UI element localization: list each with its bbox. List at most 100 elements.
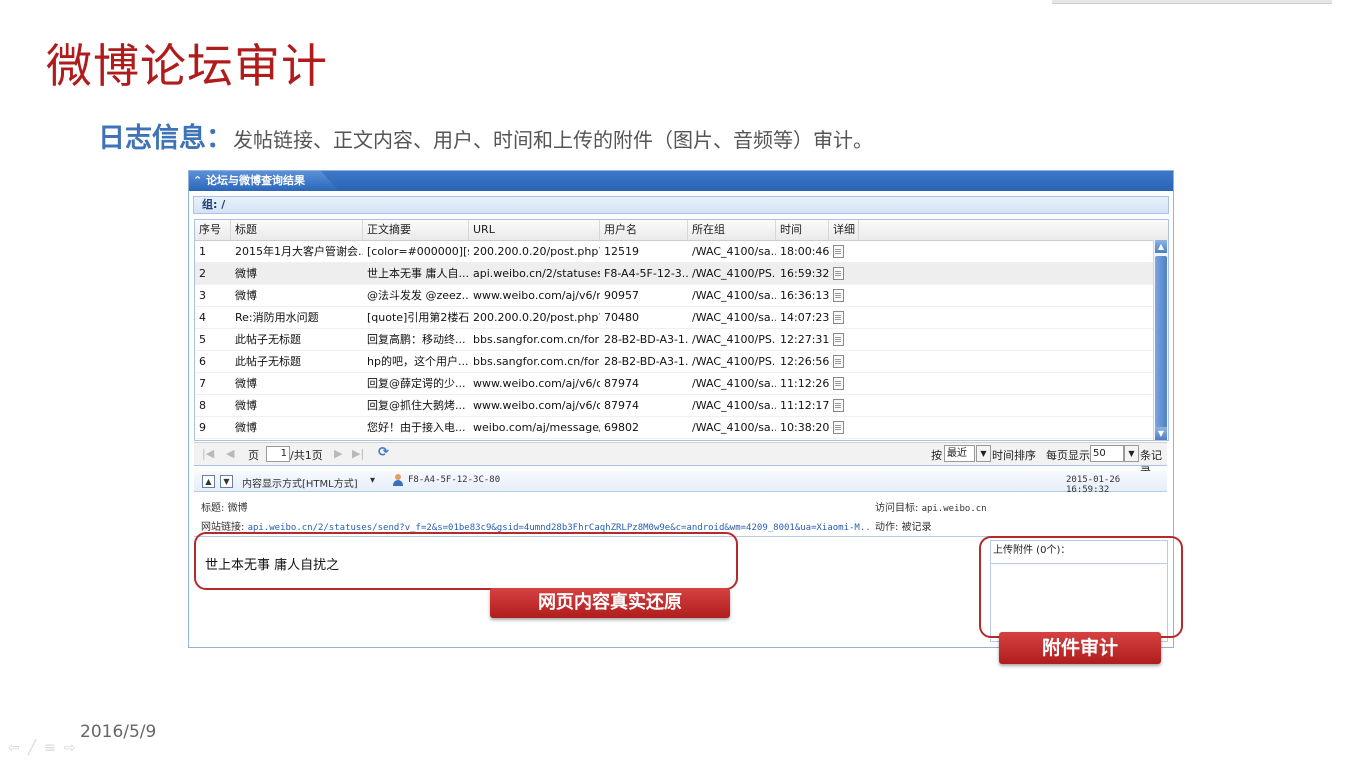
table-row[interactable]: 1 2015年1月大客户管谢会... [color=#000000][si... 20…: [195, 241, 1168, 263]
col-header-no[interactable]: 序号: [195, 220, 231, 240]
detail-timestamp: 2015-01-26 16:59:32: [1066, 475, 1121, 495]
expand-down-icon[interactable]: ▼: [220, 475, 233, 488]
sort-dropdown-icon[interactable]: ▼: [976, 445, 991, 462]
cell-detail: [829, 373, 859, 394]
page-number-input[interactable]: 1: [266, 446, 290, 462]
table-row[interactable]: 5 此帖子无标题 回复高鹏：移动终... bbs.sangfor.com.cn/for…: [195, 329, 1168, 351]
table-row[interactable]: 9 微博 您好！由于接入电... weibo.com/aj/message/... 69…: [195, 417, 1168, 439]
prev-page-icon[interactable]: ◀: [226, 447, 234, 460]
detail-link-line: 网站链接: api.weibo.cn/2/statuses/send?v_f=2…: [201, 518, 871, 533]
per-page-dropdown-icon[interactable]: ▼: [1124, 445, 1139, 462]
cell-no: 2: [199, 267, 206, 280]
col-header-group[interactable]: 所在组: [688, 220, 776, 240]
back-arrow-icon[interactable]: ⇦: [8, 740, 28, 756]
cell-title: 此帖子无标题: [235, 355, 301, 368]
detail-doc-icon[interactable]: [833, 355, 844, 368]
sort-prefix: 按: [931, 449, 942, 462]
collapse-icon[interactable]: ⌃: [193, 174, 202, 187]
table-row[interactable]: 4 Re:消防用水问题 [quote]引用第2楼石... 200.200.0.20/p…: [195, 307, 1168, 329]
attachment-audit-label: 附件审计: [999, 632, 1161, 664]
detail-doc-icon[interactable]: [833, 333, 844, 346]
table-row[interactable]: 2 微博 世上本无事 庸人自... api.weibo.cn/2/statuses/.…: [195, 263, 1168, 285]
panel-title: 论坛与微博查询结果: [206, 174, 306, 187]
col-header-user[interactable]: 用户名: [600, 220, 688, 240]
table-body: 12015年1月大客户管谢会...[color=#000000][si...20…: [195, 241, 1168, 440]
cell-title: 微博: [235, 377, 257, 390]
cell-user: 87974: [604, 399, 639, 412]
cell-title: 微博: [235, 421, 257, 434]
last-page-icon[interactable]: ▶|: [352, 447, 364, 460]
detail-doc-icon[interactable]: [833, 421, 844, 434]
scroll-up-button[interactable]: ▲: [1155, 240, 1167, 253]
pen-icon[interactable]: ╱: [28, 740, 44, 756]
cell-summary: hp的吧，这个用户...: [367, 355, 469, 368]
refresh-icon[interactable]: ⟳: [378, 445, 389, 460]
cell-time: 11:12:17: [780, 399, 829, 412]
cell-user: 69802: [604, 421, 639, 434]
slide-nav-icons[interactable]: ⇦╱≡⇨: [8, 740, 84, 756]
cell-summary: 回复高鹏：移动终...: [367, 333, 466, 346]
cell-group: /WAC_4100/sa...: [692, 377, 776, 390]
table-header: 序号 标题 正文摘要 URL 用户名 所在组 时间 详细: [195, 220, 1168, 241]
detail-doc-icon[interactable]: [833, 311, 844, 324]
content-restore-label: 网页内容真实还原: [490, 588, 730, 618]
pagination-bar: |◀ ◀ 页 1 /共1页 ▶ ▶| ⟳ 按 最近 ▼ 时间排序 每页显示 50…: [194, 442, 1167, 478]
detail-doc-icon[interactable]: [833, 289, 844, 302]
sort-select[interactable]: 最近: [944, 445, 975, 462]
col-header-title[interactable]: 标题: [231, 220, 363, 240]
panel-header[interactable]: ⌃ 论坛与微博查询结果: [189, 171, 1173, 191]
cell-no: 6: [199, 355, 206, 368]
cell-summary: @lziy635017664...: [363, 439, 469, 440]
cell-no: 10: [195, 439, 231, 440]
cell-url: weibo.com/aj/message/...: [473, 421, 600, 434]
first-page-icon[interactable]: |◀: [202, 447, 214, 460]
cell-summary: 回复@抓住大鹅烤...: [367, 399, 466, 412]
scrollbar-thumb[interactable]: [1155, 256, 1167, 428]
forward-arrow-icon[interactable]: ⇨: [64, 740, 84, 756]
table-row[interactable]: 8 微博 回复@抓住大鹅烤... www.weibo.com/aj/v6/co... 8…: [195, 395, 1168, 417]
table-row[interactable]: 10此帖子无标题@lziy635017664...uuuuu.qzone.qq.…: [195, 439, 1168, 440]
col-header-detail[interactable]: 详细: [829, 220, 859, 240]
detail-doc-icon[interactable]: [833, 267, 844, 280]
cell-detail: [829, 439, 859, 440]
action-label: 动作:: [875, 522, 899, 533]
detail-toolbar: ▲ ▼ 内容显示方式[HTML方式] ▾ F8-A4-5F-12-3C-80 2…: [194, 471, 1167, 495]
cell-time: 16:36:13: [780, 289, 829, 302]
attachment-callout-box: [979, 536, 1183, 638]
table-row[interactable]: 7 微博 回复@薛定谔的少... www.weibo.com/aj/v6/co... 8…: [195, 373, 1168, 395]
cell-no: 8: [199, 399, 206, 412]
cell-url: www.weibo.com/aj/v6/co...: [473, 399, 600, 412]
expand-up-icon[interactable]: ▲: [202, 475, 215, 488]
user-mac: F8-A4-5F-12-3C-80: [408, 475, 501, 485]
col-header-url[interactable]: URL: [469, 220, 600, 240]
col-header-time[interactable]: 时间: [776, 220, 829, 240]
cell-title: 此帖子无标题: [235, 333, 301, 346]
detail-doc-icon[interactable]: [833, 399, 844, 412]
cell-group: /WAC_4100/PS...: [692, 333, 776, 346]
cell-url: bbs.sangfor.com.cn/foru...: [473, 333, 600, 346]
cell-url: bbs.sangfor.com.cn/foru...: [473, 355, 600, 368]
slide-title: 微博论坛审计: [46, 39, 328, 93]
scroll-down-button[interactable]: ▼: [1155, 427, 1167, 440]
vertical-scrollbar[interactable]: ▲ ▼: [1153, 240, 1168, 440]
table-row[interactable]: 6 此帖子无标题 hp的吧，这个用户... bbs.sangfor.com.cn/fo…: [195, 351, 1168, 373]
detail-doc-icon[interactable]: [833, 245, 844, 258]
subtitle-label: 日志信息: [98, 123, 206, 154]
display-mode-dropdown-icon[interactable]: ▾: [370, 475, 375, 486]
cell-user: 12519: [604, 245, 639, 258]
col-header-summary[interactable]: 正文摘要: [363, 220, 469, 240]
detail-doc-icon[interactable]: [833, 377, 844, 390]
cell-url: 200.200.0.20/post.php?: [473, 311, 600, 324]
menu-icon[interactable]: ≡: [44, 740, 64, 756]
cell-title: Re:消防用水问题: [235, 311, 319, 324]
cell-no: 3: [199, 289, 206, 302]
cell-group: /WAC_4100/sa...: [692, 245, 776, 258]
detail-title-line: 标题: 微博: [201, 499, 248, 514]
display-mode-menu[interactable]: 内容显示方式[HTML方式]: [242, 475, 358, 490]
cell-detail: [829, 241, 859, 262]
next-page-icon[interactable]: ▶: [334, 447, 342, 460]
table-row[interactable]: 3 微博 @法斗发发 @zeez... www.weibo.com/aj/v6/m..…: [195, 285, 1168, 307]
cell-no: 7: [199, 377, 206, 390]
cell-group: /WAC_4100/PS...: [692, 267, 776, 280]
per-page-select[interactable]: 50: [1090, 445, 1124, 462]
